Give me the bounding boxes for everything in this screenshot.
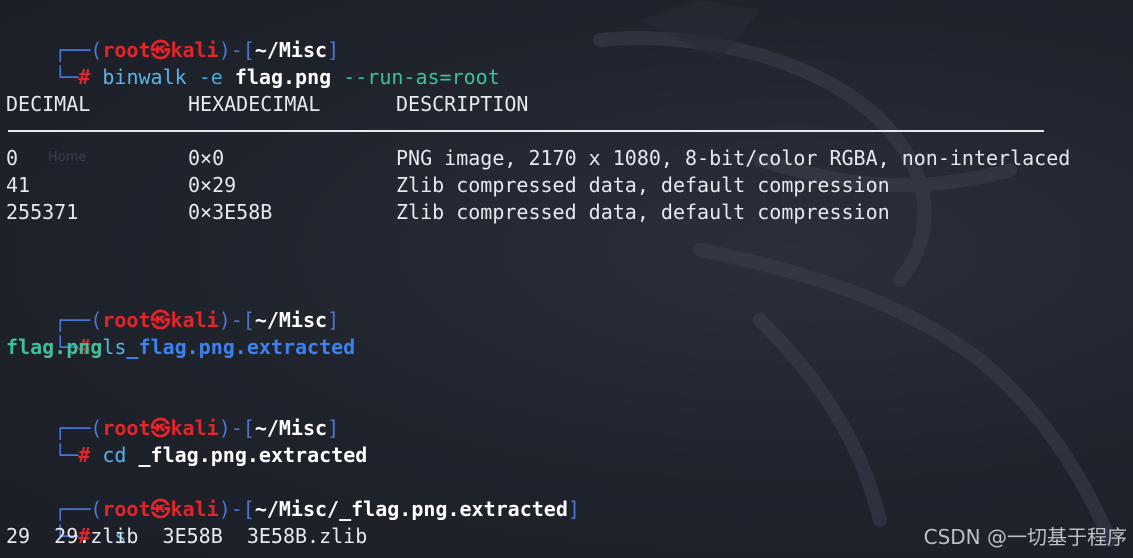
cell-hex: 0×29 xyxy=(188,173,237,197)
table-row: 255371 0×3E58B Zlib compressed data, defau… xyxy=(6,199,890,226)
command-binwalk: binwalk xyxy=(102,65,187,89)
skull-icon: ㉿ xyxy=(150,308,171,332)
prompt-hash: # xyxy=(78,443,91,467)
cell-decimal: 41 xyxy=(6,173,31,197)
arg-e: -e xyxy=(198,65,223,89)
command-line-3: └─# cd _flag.png.extracted xyxy=(6,415,367,467)
dir-flag-extracted[interactable]: _flag.png.extracted xyxy=(126,335,355,359)
arg-run-as: --run-as=root xyxy=(343,65,500,89)
cell-hex: 0×0 xyxy=(188,146,225,170)
ls-output-2: 29 29.zlib 3E58B 3E58B.zlib xyxy=(6,524,368,548)
prompt-line-1: ┌──(root㉿kali)-[~/Misc] xyxy=(6,10,339,62)
arg-extracted-dir: _flag.png.extracted xyxy=(138,443,368,467)
file-flag-png[interactable]: flag.png xyxy=(6,335,102,359)
cell-hex: 0×3E58B xyxy=(188,200,273,224)
command-line-1: └─# binwalk -e flag.png --run-as=root xyxy=(6,37,500,89)
header-hex: HEXADECIMAL xyxy=(188,92,321,116)
terminal-window[interactable]: Home ┌──(root㉿kali)-[~/Misc] └─# binwalk… xyxy=(0,0,1133,558)
cell-description: Zlib compressed data, default compressio… xyxy=(396,200,890,224)
cell-description: PNG image, 2170 x 1080, 8-bit/color RGBA… xyxy=(396,146,1071,170)
prompt-hash: # xyxy=(78,65,91,89)
header-decimal: DECIMAL xyxy=(6,92,91,116)
prompt-host: kali xyxy=(170,497,219,521)
cell-decimal: 0 xyxy=(6,146,19,170)
arg-flag-png: flag.png xyxy=(234,65,332,89)
prompt-corner-bottom: └─ xyxy=(54,65,79,89)
prompt-path: ~/Misc xyxy=(254,308,328,332)
command-line-4: └─# ls xyxy=(6,496,126,548)
binwalk-header: DECIMAL HEXADECIMAL DESCRIPTION xyxy=(6,91,528,118)
header-description: DESCRIPTION xyxy=(396,92,529,116)
csdn-watermark: CSDN @一切基于程序 xyxy=(923,525,1127,549)
cell-decimal: 255371 xyxy=(6,200,79,224)
prompt-line-2: ┌──(root㉿kali)-[~/Misc] xyxy=(6,280,339,332)
prompt-sep: )-[ xyxy=(218,497,255,521)
skull-icon: ㉿ xyxy=(150,497,171,521)
cell-description: Zlib compressed data, default compressio… xyxy=(396,173,890,197)
prompt-path: ~/Misc/_flag.png.extracted xyxy=(254,497,568,521)
prompt-close: ] xyxy=(567,497,580,521)
prompt-host: kali xyxy=(170,308,219,332)
prompt-corner-bottom: └─ xyxy=(54,443,79,467)
prompt-close: ] xyxy=(327,308,340,332)
table-row: 41 0×29 Zlib compressed data, default comp… xyxy=(6,172,890,199)
prompt-sep: )-[ xyxy=(218,308,255,332)
table-row: 0 0×0 PNG image, 2170 x 1080, 8-bit/color … xyxy=(6,145,1070,172)
prompt-line-4: ┌──(root㉿kali)-[~/Misc/_flag.png.extract… xyxy=(6,469,580,521)
prompt-line-3: ┌──(root㉿kali)-[~/Misc] xyxy=(6,388,339,440)
command-cd: cd xyxy=(102,443,127,467)
table-divider xyxy=(8,130,1044,132)
command-line-2: └─# ls xyxy=(6,307,126,359)
ls-output-1: flag.png _flag.png.extracted xyxy=(6,334,355,361)
